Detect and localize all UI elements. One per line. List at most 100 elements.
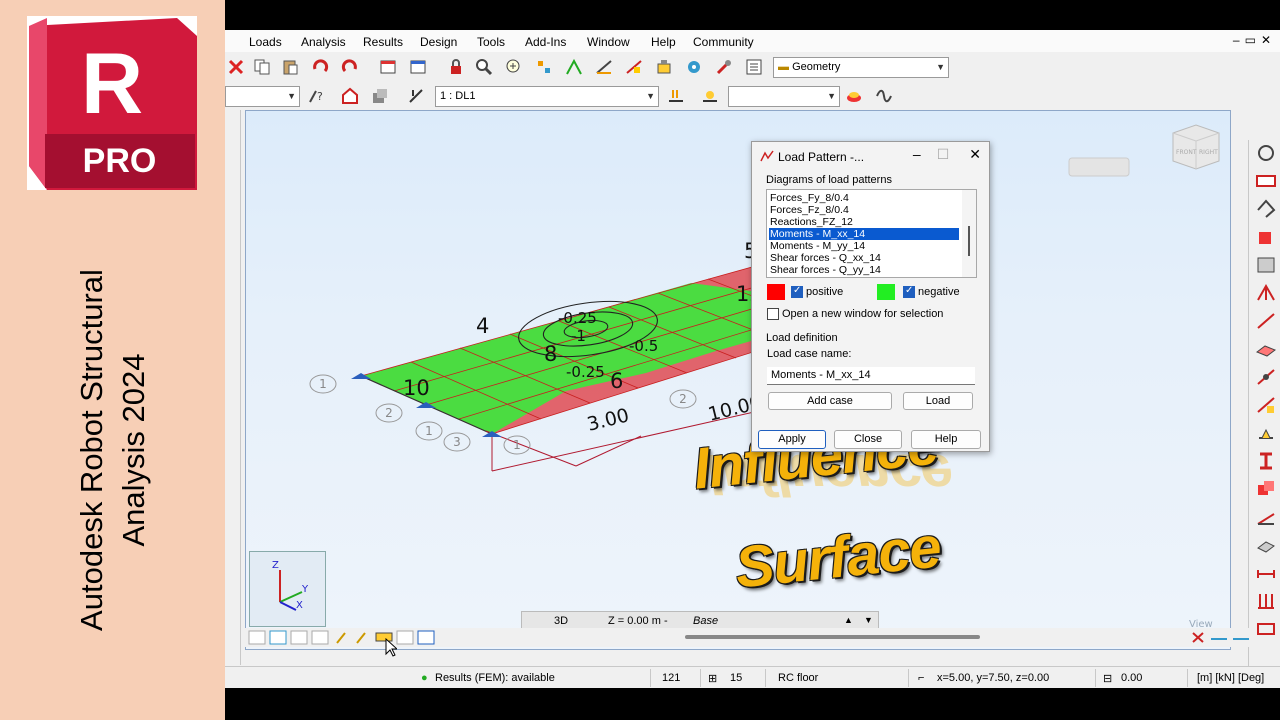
viewport-horizontal-scrollbar[interactable] [495, 632, 1175, 642]
zoom-icon[interactable] [473, 56, 495, 78]
layout-combo-value: Geometry [792, 61, 841, 73]
maps-icon[interactable] [843, 85, 865, 107]
diagrams-icon[interactable] [873, 85, 895, 107]
wall-icon[interactable] [1255, 254, 1277, 276]
load-definition-label: Load definition [766, 332, 838, 344]
plane-down-icon[interactable]: ▼ [864, 615, 873, 625]
minimize-icon[interactable]: – [913, 146, 921, 162]
list-item[interactable]: Shear forces - Q_xx_14 [769, 252, 959, 264]
thickness-icon[interactable] [1255, 534, 1277, 556]
combination-combo[interactable]: ▼ [728, 86, 840, 107]
close-icon[interactable]: ✕ [969, 146, 981, 162]
list-item[interactable]: Reactions_FZ_12 [769, 216, 959, 228]
list-item[interactable]: Moments - M_yy_14 [769, 240, 959, 252]
tools-icon[interactable] [713, 56, 735, 78]
horizontal-scroll-thumb[interactable] [685, 635, 980, 639]
menu-results[interactable]: Results [363, 35, 403, 49]
floor-icon[interactable] [1255, 618, 1277, 640]
list-scrollbar[interactable] [962, 190, 976, 277]
load-button[interactable]: Load [903, 392, 973, 410]
menu-design[interactable]: Design [420, 35, 457, 49]
close-icon[interactable]: ✕ [1261, 33, 1276, 47]
layers-icon[interactable] [369, 85, 391, 107]
positive-checkbox[interactable] [791, 285, 803, 298]
bar-icon[interactable] [1255, 310, 1277, 332]
load-case-icon[interactable] [405, 85, 427, 107]
view-options-icon[interactable] [1255, 142, 1277, 164]
section-icon[interactable] [1255, 450, 1277, 472]
materials-icon[interactable] [653, 56, 675, 78]
offset-icon[interactable] [1255, 394, 1277, 416]
menu-loads[interactable]: Loads [249, 35, 282, 49]
maximize-icon[interactable]: ☐ [937, 146, 950, 162]
view-cube[interactable]: FRONT RIGHT [1172, 124, 1220, 170]
bars-icon[interactable] [593, 56, 615, 78]
lock-icon[interactable] [445, 56, 467, 78]
close-button[interactable]: Close [834, 430, 902, 449]
list-item-selected[interactable]: Moments - M_xx_14 [769, 228, 959, 240]
calc-notes-icon[interactable] [407, 56, 429, 78]
axis-x-label: X [296, 600, 303, 611]
panel-icon[interactable] [1255, 338, 1277, 360]
menu-help[interactable]: Help [651, 35, 676, 49]
plane-up-icon[interactable]: ▲ [844, 615, 853, 625]
restore-icon[interactable]: ▭ [1245, 33, 1261, 47]
menu-analysis[interactable]: Analysis [301, 35, 346, 49]
list-item[interactable]: Forces_Fy_8/0.4 [769, 192, 959, 204]
negative-color-swatch[interactable] [877, 284, 895, 300]
help-button[interactable]: Help [911, 430, 981, 449]
positive-color-swatch[interactable] [767, 284, 785, 300]
query-icon[interactable]: ? [305, 85, 327, 107]
nodes-icon[interactable] [563, 56, 585, 78]
menu-window[interactable]: Window [587, 35, 630, 49]
structure-viewport[interactable]: 1 2 1 3 1 2 3 4 5 13 12 9 7 8 6 10 - [245, 110, 1231, 650]
selection-combo[interactable]: ▼ [225, 86, 300, 107]
new-window-checkbox[interactable] [767, 308, 779, 320]
delete-icon[interactable] [225, 56, 247, 78]
menu-tools[interactable]: Tools [477, 35, 505, 49]
menu-add-ins[interactable]: Add-Ins [525, 35, 566, 49]
units[interactable]: [m] [kN] [Deg] [1197, 672, 1264, 684]
load-table-icon[interactable] [699, 85, 721, 107]
apply-button[interactable]: Apply [758, 430, 826, 449]
frame-icon[interactable] [1255, 170, 1277, 192]
load-definition-icon[interactable] [665, 85, 687, 107]
properties-icon[interactable] [743, 56, 765, 78]
list-scroll-thumb[interactable] [968, 226, 970, 256]
beam-icon[interactable] [1255, 562, 1277, 584]
list-item[interactable]: Forces_Fz_8/0.4 [769, 204, 959, 216]
polyline-icon[interactable] [1255, 198, 1277, 220]
view-tools-icons[interactable] [1189, 630, 1253, 645]
minimize-icon[interactable]: – [1233, 33, 1245, 47]
load-case-combo[interactable]: 1 : DL1 ▼ [435, 86, 659, 107]
copy-icon[interactable] [251, 56, 273, 78]
view-mode[interactable]: 3D [554, 615, 568, 627]
display-icon[interactable] [339, 85, 361, 107]
undo-icon[interactable] [309, 56, 331, 78]
columns-icon[interactable] [1255, 590, 1277, 612]
add-case-button[interactable]: Add case [768, 392, 892, 410]
material-icon[interactable] [1255, 478, 1277, 500]
redo-icon[interactable] [339, 56, 361, 78]
release-icon[interactable] [1255, 366, 1277, 388]
node-label: 1 [425, 424, 433, 438]
truss-icon[interactable] [1255, 282, 1277, 304]
display-attributes-icons[interactable] [247, 629, 437, 646]
structure-view-icon[interactable] [533, 56, 555, 78]
support-icon[interactable] [1255, 422, 1277, 444]
view-cube-home-button[interactable] [1068, 157, 1130, 177]
tables-icon[interactable] [377, 56, 399, 78]
case-name-field[interactable]: Moments - M_xx_14 [767, 367, 975, 385]
cable-icon[interactable] [1255, 506, 1277, 528]
paste-icon[interactable] [279, 56, 301, 78]
load-pattern-list[interactable]: Forces_Fy_8/0.4 Forces_Fz_8/0.4 Reaction… [766, 189, 977, 278]
layout-combo[interactable]: ▬ Geometry ▼ [773, 57, 949, 78]
list-item[interactable]: Shear forces - Q_yy_14 [769, 264, 959, 276]
menu-community[interactable]: Community [693, 35, 754, 49]
supports-icon[interactable] [683, 56, 705, 78]
sections-icon[interactable] [623, 56, 645, 78]
zoom-window-icon[interactable] [503, 56, 525, 78]
cube-icon[interactable] [1255, 226, 1277, 248]
negative-checkbox[interactable] [903, 285, 915, 298]
viewport-vertical-scrollbar[interactable] [1231, 110, 1248, 650]
